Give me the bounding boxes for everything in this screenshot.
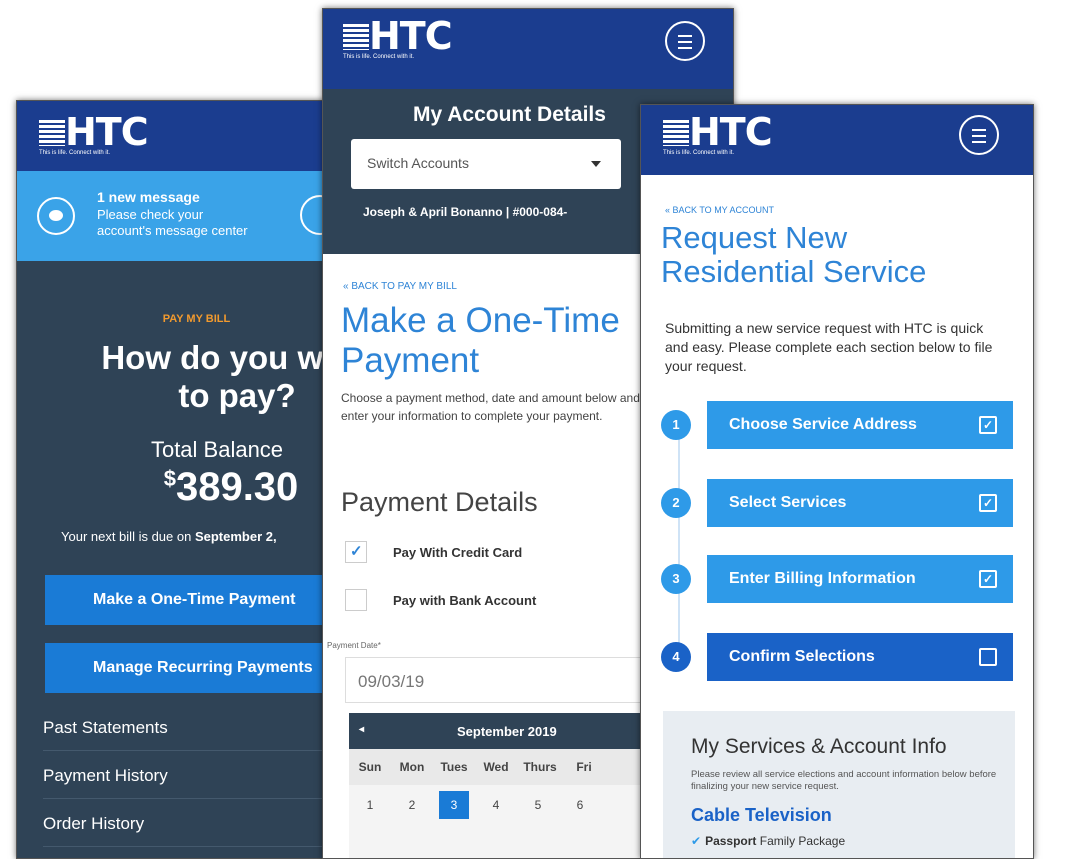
switch-accounts-select[interactable]: Switch Accounts: [351, 139, 621, 189]
page-title: Request New Residential Service: [661, 220, 927, 289]
calendar-day[interactable]: 4: [475, 798, 517, 812]
info-text: Please review all service elections and …: [691, 769, 997, 792]
message-title: 1 new message: [97, 189, 200, 205]
checkbox-checked-icon: ✓: [979, 494, 997, 512]
page-title: Make a One-Time Payment: [341, 301, 620, 380]
order-history-link[interactable]: Order History: [43, 801, 336, 847]
checkbox-unchecked[interactable]: [345, 589, 367, 611]
intro-text: Choose a payment method, date and amount…: [341, 391, 667, 423]
recurring-payments-button[interactable]: Manage Recurring Payments: [45, 643, 336, 693]
htc-logo[interactable]: HTC This is life. Connect with it.: [663, 113, 773, 161]
checkbox-empty-icon: [979, 648, 997, 666]
menu-icon[interactable]: [665, 21, 705, 61]
checkbox-checked-icon: ✓: [979, 570, 997, 588]
account-owner: Joseph & April Bonanno | #000-084-: [363, 205, 568, 219]
calendar-day[interactable]: 1: [349, 798, 391, 812]
step-card[interactable]: Confirm Selections: [707, 633, 1013, 681]
due-date-text: Your next bill is due on September 2,: [61, 529, 277, 544]
step-confirm-selections[interactable]: 4 Confirm Selections: [661, 633, 1016, 681]
checkbox-checked-icon: ✓: [979, 416, 997, 434]
step-card[interactable]: Enter Billing Information ✓: [707, 555, 1013, 603]
message-body: Please check your account's message cent…: [97, 207, 248, 238]
bank-account-option[interactable]: Pay with Bank Account: [345, 587, 536, 613]
calendar-day[interactable]: 6: [559, 798, 601, 812]
back-to-account-link[interactable]: « BACK TO MY ACCOUNT: [665, 205, 774, 215]
payment-date-label: Payment Date*: [327, 641, 381, 650]
step-card[interactable]: Choose Service Address ✓: [707, 401, 1013, 449]
account-details-title: My Account Details: [413, 103, 606, 126]
one-time-payment-button[interactable]: Make a One-Time Payment: [45, 575, 336, 625]
calendar-day[interactable]: 2: [391, 798, 433, 812]
step-number: 2: [661, 488, 691, 518]
calendar-day[interactable]: 5: [517, 798, 559, 812]
balance-amount: $389.30: [163, 465, 299, 509]
step-connector: [678, 429, 680, 661]
info-title: My Services & Account Info: [691, 735, 947, 758]
service-category: Cable Television: [691, 805, 832, 825]
checkmark-icon: ✔: [691, 834, 702, 848]
services-info-panel: My Services & Account Info Please review…: [663, 711, 1015, 858]
payment-history-link[interactable]: Payment History: [43, 753, 336, 799]
app-header: HTC This is life. Connect with it.: [17, 101, 336, 171]
page-title: How do you want to pay?: [101, 339, 336, 414]
app-header: HTC This is life. Connect with it.: [641, 105, 1033, 175]
pay-my-bill-screen: HTC This is life. Connect with it. 1 new…: [16, 100, 336, 859]
step-number: 3: [661, 564, 691, 594]
step-choose-address[interactable]: 1 Choose Service Address ✓: [661, 401, 1016, 449]
calendar-month: September 2019: [457, 724, 557, 739]
app-header: HTC This is life. Connect with it.: [323, 9, 733, 89]
eyebrow-label: PAY MY BILL: [162, 313, 231, 325]
past-statements-link[interactable]: Past Statements: [43, 705, 336, 751]
service-item: ✔ Passport Family Package: [691, 834, 846, 848]
credit-card-option[interactable]: Pay With Credit Card: [345, 539, 522, 565]
step-number: 1: [661, 410, 691, 440]
prev-month-icon[interactable]: ◂: [359, 724, 364, 735]
chevron-down-icon: [591, 161, 601, 167]
menu-icon[interactable]: [959, 115, 999, 155]
chat-bubble-icon: [37, 197, 75, 235]
intro-text: Submitting a new service request with HT…: [665, 320, 993, 374]
calendar-day-selected[interactable]: 3: [439, 791, 469, 819]
balance-label: Total Balance: [150, 437, 284, 462]
step-card[interactable]: Select Services ✓: [707, 479, 1013, 527]
section-title: Payment Details: [341, 487, 538, 517]
request-service-screen: HTC This is life. Connect with it. « BAC…: [640, 104, 1034, 859]
htc-logo[interactable]: HTC This is life. Connect with it.: [39, 113, 149, 161]
step-billing-info[interactable]: 3 Enter Billing Information ✓: [661, 555, 1016, 603]
checkbox-checked[interactable]: [345, 541, 367, 563]
message-banner[interactable]: 1 new message Please check your account'…: [17, 171, 336, 261]
htc-logo[interactable]: HTC This is life. Connect with it.: [343, 17, 453, 65]
back-to-pay-link[interactable]: « BACK TO PAY MY BILL: [343, 281, 457, 292]
step-select-services[interactable]: 2 Select Services ✓: [661, 479, 1016, 527]
step-number: 4: [661, 642, 691, 672]
